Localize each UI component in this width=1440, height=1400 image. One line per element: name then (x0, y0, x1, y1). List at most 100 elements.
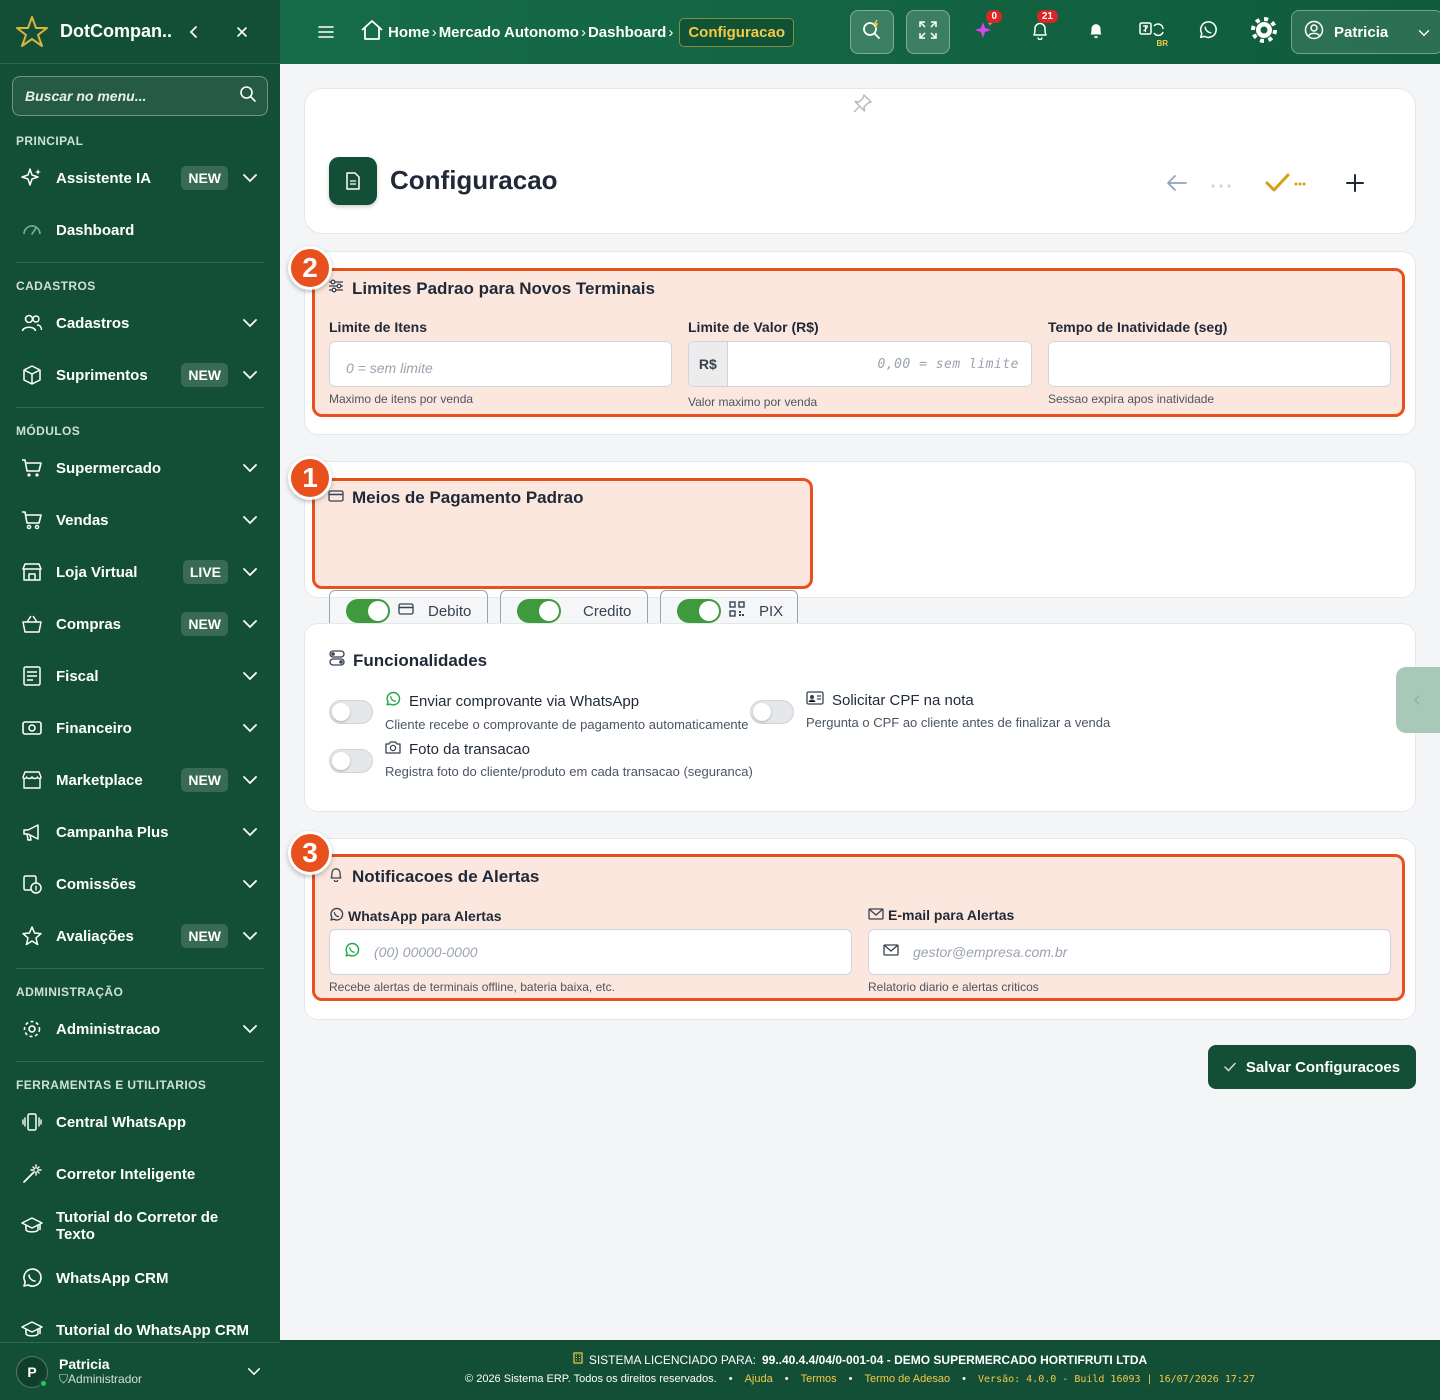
sidebar-item-label: Tutorial do WhatsApp CRM (56, 1321, 250, 1339)
save-settings-button[interactable]: Salvar Configuracoes (1208, 1045, 1416, 1089)
step-marker-2: 2 (288, 246, 332, 290)
sidebar-item-cadastros[interactable]: Cadastros (0, 297, 280, 349)
bullet: • (962, 1373, 966, 1385)
email-alert-input[interactable] (899, 944, 1390, 960)
sidebar-item-comissoes[interactable]: Comissões (0, 858, 280, 910)
sidebar-item-central-whatsapp[interactable]: Central WhatsApp (0, 1096, 280, 1148)
section-label-modulos: MÓDULOS (16, 424, 81, 438)
section-label-principal: PRINCIPAL (16, 134, 84, 148)
camera-icon (385, 740, 401, 758)
items-limit-input[interactable] (330, 352, 671, 376)
chevron-down-icon (240, 874, 260, 894)
sidebar-item-financeiro[interactable]: Financeiro (0, 702, 280, 754)
confirm-button[interactable] (1251, 167, 1321, 203)
sidebar-item-campanha-plus[interactable]: Campanha Plus (0, 806, 280, 858)
side-panel-tab[interactable] (1396, 667, 1440, 733)
smart-search-button[interactable] (850, 10, 894, 54)
sidebar-user-menu[interactable]: P Patricia ⛉Administrador (0, 1342, 280, 1400)
breadcrumb-separator: › (668, 23, 674, 41)
toggle-switch-on[interactable] (517, 599, 561, 623)
close-sidebar-button[interactable] (224, 14, 260, 50)
envelope-icon (868, 907, 884, 923)
money-icon (20, 716, 44, 740)
payment-label: Debito (428, 602, 472, 620)
sidebar-item-loja-virtual[interactable]: Loja Virtual LIVE (0, 546, 280, 598)
breadcrumb-home[interactable]: Home (360, 19, 430, 45)
sidebar-item-vendas[interactable]: Vendas (0, 494, 280, 546)
breadcrumb-mercado[interactable]: Mercado Autonomo (439, 24, 579, 41)
toggle-switch-off[interactable] (750, 700, 794, 724)
back-button[interactable] (1155, 167, 1199, 203)
value-limit-input[interactable] (727, 356, 1031, 372)
whatsapp-alert-help: Recebe alertas de terminais offline, bat… (329, 980, 615, 994)
sidebar-item-suprimentos[interactable]: Suprimentos NEW (0, 349, 280, 401)
sidebar-item-whatsapp-crm[interactable]: WhatsApp CRM (0, 1252, 280, 1304)
fullscreen-button[interactable] (906, 10, 950, 54)
whatsapp-alert-input[interactable] (360, 944, 851, 960)
section-label-administracao: ADMINISTRAÇÃO (16, 985, 124, 999)
settings-button[interactable] (1242, 10, 1286, 54)
currency-prefix: R$ (689, 342, 728, 386)
idle-time-field (1048, 341, 1391, 387)
idle-time-input[interactable] (1049, 356, 1390, 372)
notifications-button[interactable]: 21 (1018, 10, 1062, 54)
language-button[interactable]: BR (1130, 10, 1174, 54)
collapse-sidebar-button[interactable] (176, 14, 212, 50)
feature-description: Cliente recebe o comprovante de pagament… (385, 717, 749, 732)
sidebar-item-administracao[interactable]: Administracao (0, 1003, 280, 1055)
magic-wand-icon (20, 1162, 44, 1186)
whatsapp-button[interactable] (1186, 10, 1230, 54)
pin-icon[interactable] (851, 93, 873, 120)
sidebar-item-corretor-inteligente[interactable]: Corretor Inteligente (0, 1148, 280, 1200)
adhesion-terms-link[interactable]: Termo de Adesao (865, 1373, 951, 1385)
toggle-switch-off[interactable] (329, 749, 373, 773)
cart-icon (20, 508, 44, 532)
sidebar-item-fiscal[interactable]: Fiscal (0, 650, 280, 702)
toggle-switch-on[interactable] (346, 599, 390, 623)
sidebar-item-dashboard[interactable]: Dashboard (0, 204, 280, 256)
breadcrumb: Home › Mercado Autonomo › Dashboard › Co… (360, 17, 795, 47)
breadcrumb-current: Configuracao (679, 17, 795, 47)
toggles-icon (329, 650, 345, 671)
chevron-down-icon (240, 458, 260, 478)
email-alert-field (868, 929, 1391, 975)
value-limit-field: R$ (688, 341, 1032, 387)
new-badge: NEW (181, 768, 228, 792)
menu-icon[interactable] (314, 20, 338, 44)
breadcrumb-separator: › (580, 23, 586, 41)
sidebar-item-marketplace[interactable]: Marketplace NEW (0, 754, 280, 806)
toggle-switch-on[interactable] (677, 599, 721, 623)
feature-description: Pergunta o CPF ao cliente antes de final… (806, 715, 1111, 730)
chevron-down-icon (240, 822, 260, 842)
brand-header: DotCompan... (0, 0, 280, 64)
search-icon[interactable] (239, 85, 257, 108)
whatsapp-icon (344, 942, 360, 963)
sidebar-item-label: Fiscal (56, 667, 99, 685)
terms-link[interactable]: Termos (801, 1373, 837, 1385)
add-button[interactable] (1333, 167, 1377, 203)
alerts-button[interactable] (1074, 10, 1118, 54)
gauge-icon (20, 218, 44, 242)
sidebar-item-assistente-ia[interactable]: Assistente IA NEW (0, 152, 280, 204)
box-icon (20, 363, 44, 387)
feature-title: Foto da transacao (409, 740, 530, 758)
chevron-down-icon (240, 718, 260, 738)
help-link[interactable]: Ajuda (745, 1373, 773, 1385)
users-icon (20, 311, 44, 335)
sidebar-item-avaliacoes[interactable]: Avaliações NEW (0, 910, 280, 962)
step-marker-3: 3 (288, 831, 332, 875)
ai-assistant-button[interactable]: 0 (962, 10, 1006, 54)
more-options-button[interactable] (1199, 167, 1243, 203)
bell-solid-icon (1087, 21, 1105, 44)
sidebar-item-compras[interactable]: Compras NEW (0, 598, 280, 650)
breadcrumb-dashboard[interactable]: Dashboard (588, 24, 666, 41)
gear-icon (20, 1017, 44, 1041)
sidebar-item-label: Compras (56, 615, 122, 633)
footer-meta: © 2026 Sistema ERP. Todos os direitos re… (280, 1373, 1440, 1385)
sidebar-item-supermercado[interactable]: Supermercado (0, 442, 280, 494)
toggle-switch-off[interactable] (329, 700, 373, 724)
user-menu-button[interactable]: Patricia (1291, 10, 1440, 54)
expand-icon (918, 20, 938, 45)
menu-search-input[interactable] (25, 88, 239, 104)
sidebar-item-tutorial-corretor[interactable]: Tutorial do Corretor de Texto (0, 1200, 280, 1252)
